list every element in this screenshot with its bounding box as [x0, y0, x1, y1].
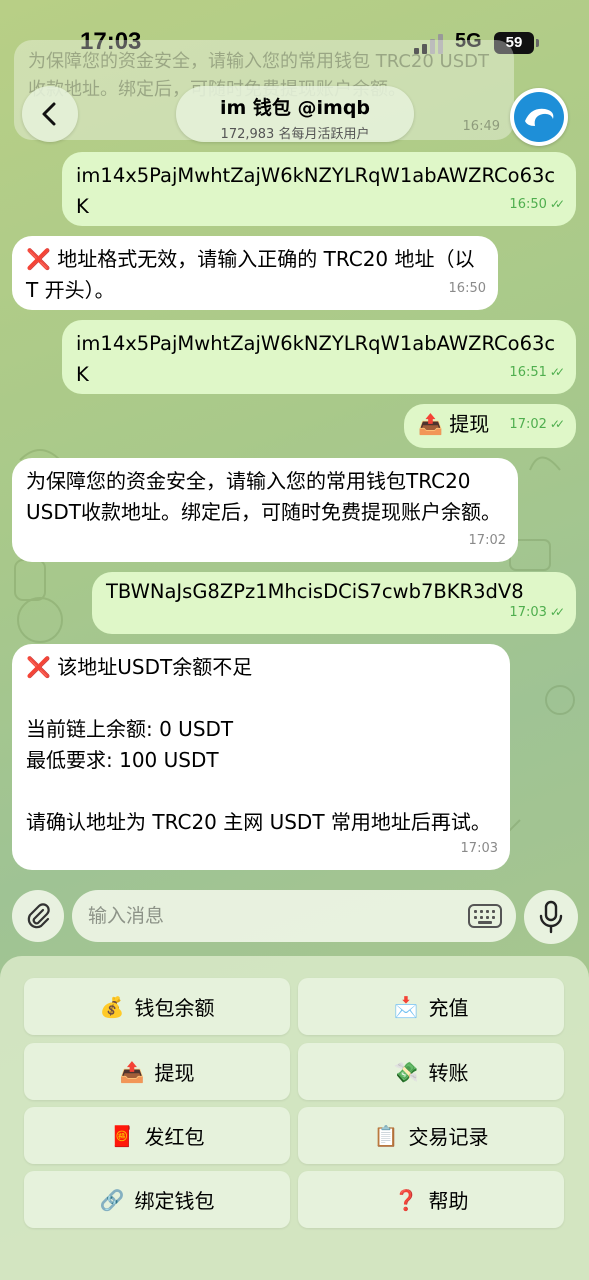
message-time: 17:03: [509, 605, 547, 620]
message-input-box[interactable]: [72, 890, 516, 942]
keyboard-button-balance[interactable]: 💰 钱包余额: [24, 978, 290, 1035]
message-line: 请确认地址为 TRC20 主网 USDT 常用地址后再试。: [26, 810, 491, 834]
message-time: 17:02: [509, 417, 547, 432]
chat-title[interactable]: im 钱包 @imqb 172,983 名每月活跃用户: [176, 86, 414, 142]
read-check-icon: ✓✓: [549, 605, 565, 619]
message-bubble[interactable]: 📤 提现 17:02 ✓✓: [404, 404, 576, 448]
button-label: 发红包: [144, 1125, 205, 1149]
keyboard-button-transfer[interactable]: 💸 转账: [298, 1043, 564, 1100]
red-envelope-icon: 🧧: [109, 1123, 135, 1148]
message-time: 16:50: [448, 281, 486, 296]
microphone-icon: [539, 900, 563, 934]
message-bubble[interactable]: im14x5PajMwhtZajW6kNZYLRqW1abAWZRCo63cK …: [62, 152, 576, 226]
message-meta: 16:50: [449, 273, 486, 304]
message-bubble[interactable]: im14x5PajMwhtZajW6kNZYLRqW1abAWZRCo63cK …: [62, 320, 576, 394]
keyboard-button-deposit[interactable]: 📩 充值: [298, 978, 564, 1035]
paperclip-icon: [27, 903, 50, 929]
message-input[interactable]: [88, 890, 448, 942]
message-time: 16:50: [509, 197, 547, 212]
message-bubble[interactable]: TBWNaJsG8ZPz1MhcisDCiS7cwb7BKR3dV8 17:03…: [92, 572, 576, 634]
message-line: ❌ 该地址USDT余额不足: [26, 652, 496, 683]
flying-money-icon: 💸: [393, 1059, 419, 1084]
chat-name: im 钱包 @imqb: [219, 97, 371, 119]
keyboard-button-help[interactable]: ❓ 帮助: [298, 1171, 564, 1228]
message-bubble[interactable]: ❌ 该地址USDT余额不足 当前链上余额: 0 USDT 最低要求: 100 U…: [12, 644, 510, 870]
message-meta: 17:02: [469, 525, 506, 556]
chevron-left-icon: [42, 102, 56, 126]
scrolled-message-time: 16:49: [462, 119, 500, 134]
message-text: ❌ 地址格式无效，请输入正确的 TRC20 地址（以 T 开头）。: [26, 244, 484, 306]
read-check-icon: ✓✓: [549, 365, 565, 379]
inbox-envelope-icon: 📩: [393, 994, 419, 1019]
cross-icon: ❌: [26, 247, 51, 271]
read-check-icon: ✓✓: [549, 197, 565, 211]
button-label: 提现: [154, 1061, 195, 1085]
message-meta: 17:03 ✓✓: [509, 597, 565, 628]
message-text: im14x5PajMwhtZajW6kNZYLRqW1abAWZRCo63cK: [76, 332, 556, 386]
message-bubble[interactable]: ❌ 地址格式无效，请输入正确的 TRC20 地址（以 T 开头）。 16:50: [12, 236, 498, 310]
money-bag-icon: 💰: [99, 994, 125, 1019]
message-text: 为保障您的资金安全，请输入您的常用钱包TRC20 USDT收款地址。绑定后，可随…: [26, 469, 501, 524]
read-check-icon: ✓✓: [549, 417, 565, 431]
question-mark-icon: ❓: [393, 1187, 419, 1212]
cross-icon: ❌: [26, 655, 51, 679]
message-meta: 17:02 ✓✓: [509, 409, 565, 440]
keyboard-button-red-packet[interactable]: 🧧 发红包: [24, 1107, 290, 1164]
button-label: 绑定钱包: [134, 1189, 215, 1213]
message-body: 提现: [449, 412, 490, 436]
message-meta: 16:50 ✓✓: [509, 189, 565, 220]
keyboard-button-bind-wallet[interactable]: 🔗 绑定钱包: [24, 1171, 290, 1228]
keyboard-button-history[interactable]: 📋 交易记录: [298, 1107, 564, 1164]
message-line: 最低要求: 100 USDT: [26, 748, 219, 772]
keyboard-button-withdraw[interactable]: 📤 提现: [24, 1043, 290, 1100]
message-line: 当前链上余额: 0 USDT: [26, 717, 234, 741]
message-text: TBWNaJsG8ZPz1MhcisDCiS7cwb7BKR3dV8: [106, 580, 524, 603]
message-text: im14x5PajMwhtZajW6kNZYLRqW1abAWZRCo63cK: [76, 164, 556, 218]
button-label: 钱包余额: [134, 996, 215, 1020]
message-time: 17:03: [460, 841, 498, 856]
avatar[interactable]: [510, 88, 568, 146]
link-icon: 🔗: [99, 1187, 125, 1212]
outbox-icon: 📤: [119, 1059, 145, 1084]
bot-keyboard: 💰 钱包余额 📩 充值 📤 提现 💸 转账 🧧 发红包 📋 交易记录 🔗 绑定钱包 ❓ 帮助: [0, 956, 589, 1280]
message-meta: 16:51 ✓✓: [509, 357, 565, 388]
attach-button[interactable]: [12, 890, 64, 942]
back-button[interactable]: [22, 86, 78, 142]
chat-subtitle: 172,983 名每月活跃用户: [220, 127, 370, 142]
button-label: 转账: [428, 1061, 469, 1085]
button-label: 帮助: [428, 1189, 469, 1213]
message-meta: 17:03: [461, 833, 498, 864]
message-body: 该地址USDT余额不足: [57, 655, 253, 679]
message-time: 17:02: [468, 533, 506, 548]
message-bubble[interactable]: 为保障您的资金安全，请输入您的常用钱包TRC20 USDT收款地址。绑定后，可随…: [12, 458, 518, 562]
button-label: 充值: [428, 996, 469, 1020]
outbox-icon: 📤: [418, 412, 443, 436]
voice-button[interactable]: [524, 890, 578, 944]
message-time: 16:51: [509, 365, 547, 380]
clipboard-icon: 📋: [373, 1123, 399, 1148]
button-label: 交易记录: [408, 1125, 489, 1149]
message-body: 地址格式无效，请输入正确的 TRC20 地址（以 T 开头）。: [26, 247, 475, 302]
keyboard-icon[interactable]: [468, 904, 502, 928]
bot-logo-icon: [514, 92, 564, 142]
